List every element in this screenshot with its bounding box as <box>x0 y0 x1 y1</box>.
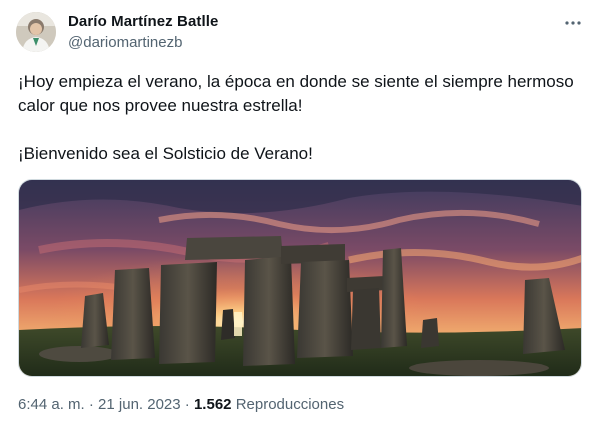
views-label: Reproducciones <box>235 396 345 413</box>
more-options-button[interactable] <box>560 12 586 34</box>
meta-separator: · <box>88 396 94 413</box>
tweet-date[interactable]: 21 jun. 2023 <box>98 396 181 413</box>
author-avatar[interactable] <box>16 12 56 52</box>
tweet-meta: 6:44 a. m. · 21 jun. 2023 · 1.562 Reprod… <box>18 396 344 413</box>
tweet-card: Darío Martínez Batlle @dariomartinezb ¡H… <box>0 0 598 424</box>
tweet-text-paragraph: ¡Hoy empieza el verano, la época en dond… <box>18 72 574 115</box>
views-count: 1.562 <box>193 396 232 413</box>
tweet-text-paragraph: ¡Bienvenido sea el Solsticio de Verano! <box>18 144 313 163</box>
meta-separator: · <box>184 396 190 413</box>
more-horizontal-icon <box>565 21 581 25</box>
tweet-image[interactable] <box>18 179 582 377</box>
stonehenge-sunset-photo <box>19 180 581 376</box>
author-handle[interactable]: @dariomartinezb <box>68 34 182 51</box>
author-name[interactable]: Darío Martínez Batlle <box>68 13 218 30</box>
avatar-image <box>16 12 56 52</box>
tweet-time[interactable]: 6:44 a. m. <box>18 396 85 413</box>
